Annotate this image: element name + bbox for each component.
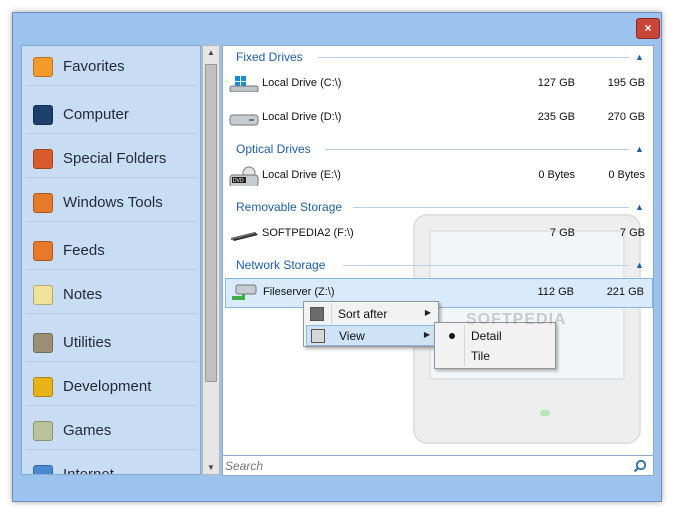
app-window: × Favorites Computer Special Folders Win… xyxy=(12,12,662,502)
drive-total-size: 221 GB xyxy=(606,286,644,298)
submenu-item-label: Detail xyxy=(471,329,502,343)
drive-row[interactable]: Fileserver (Z:\) 112 GB 221 GB xyxy=(225,278,653,308)
collapse-chevron-icon[interactable]: ▲ xyxy=(635,144,644,154)
menu-item-view[interactable]: View ▶ xyxy=(306,325,436,346)
sidebar-item-label: Utilities xyxy=(63,334,112,351)
construction-icon xyxy=(33,377,53,397)
group-title: Network Storage xyxy=(236,258,326,272)
hard-drive-icon xyxy=(229,114,259,126)
menu-item-sort-after[interactable]: Sort after ▶ xyxy=(306,304,436,325)
sidebar-item-special-folders[interactable]: Special Folders xyxy=(25,140,197,178)
drive-total-size: 195 GB xyxy=(607,77,645,89)
drive-name: Local Drive (C:\) xyxy=(262,77,342,89)
rss-icon xyxy=(33,241,53,261)
drive-free-space: 127 GB xyxy=(537,77,575,89)
drive-name: SOFTPEDIA2 (F:\) xyxy=(262,227,354,239)
sidebar-item-feeds[interactable]: Feeds xyxy=(25,232,197,270)
group-title: Removable Storage xyxy=(236,200,343,214)
close-icon: × xyxy=(644,21,652,35)
sidebar-item-games[interactable]: Games xyxy=(25,412,197,450)
sidebar-item-label: Games xyxy=(63,422,112,439)
sidebar-item-windows-tools[interactable]: Windows Tools xyxy=(25,184,197,222)
drive-free-space: 235 GB xyxy=(537,111,575,123)
globe-icon xyxy=(33,465,53,474)
search-bar xyxy=(222,455,654,476)
scrollbar-thumb[interactable] xyxy=(205,64,217,382)
drive-row[interactable]: Local Drive (C:\) 127 GB 195 GB xyxy=(225,70,653,98)
star-icon xyxy=(33,57,53,77)
gamepad-icon xyxy=(33,421,53,441)
sidebar-item-label: Computer xyxy=(63,106,129,123)
search-input[interactable] xyxy=(225,457,625,474)
scroll-down-icon[interactable]: ▼ xyxy=(207,463,215,472)
drive-free-space: 0 Bytes xyxy=(538,169,575,181)
sidebar-item-notes[interactable]: Notes xyxy=(25,276,197,314)
sort-icon xyxy=(310,307,324,321)
radio-bullet-icon xyxy=(449,333,455,339)
sidebar: Favorites Computer Special Folders Windo… xyxy=(21,45,201,475)
windows-logo-icon xyxy=(33,149,53,169)
menu-item-label: View xyxy=(339,329,365,343)
tools-icon xyxy=(33,193,53,213)
sidebar-item-label: Windows Tools xyxy=(63,194,163,211)
drive-name: Local Drive (D:\) xyxy=(262,111,342,123)
drive-name: Fileserver (Z:\) xyxy=(263,286,335,298)
monitor-icon xyxy=(33,105,53,125)
group-title: Fixed Drives xyxy=(236,50,303,64)
sidebar-item-favorites[interactable]: Favorites xyxy=(25,48,197,86)
sidebar-item-internet[interactable]: Internet xyxy=(25,456,197,475)
svg-text:DVD: DVD xyxy=(233,178,244,184)
sidebar-item-label: Feeds xyxy=(63,242,105,259)
drive-total-size: 270 GB xyxy=(607,111,645,123)
drive-row[interactable]: DVD Local Drive (E:\) 0 Bytes 0 Bytes xyxy=(225,162,653,190)
view-submenu: Detail Tile xyxy=(434,322,556,369)
drive-total-size: 0 Bytes xyxy=(608,169,645,181)
submenu-item-tile[interactable]: Tile xyxy=(437,346,553,366)
submenu-arrow-icon: ▶ xyxy=(424,308,431,317)
scroll-up-icon[interactable]: ▲ xyxy=(207,48,215,57)
drive-free-space: 112 GB xyxy=(537,286,575,298)
drive-row[interactable]: SOFTPEDIA2 (F:\) 7 GB 7 GB xyxy=(225,220,653,248)
watermark: SOFTPEDIA xyxy=(466,311,567,328)
system-drive-icon xyxy=(229,76,259,92)
sidebar-item-utilities[interactable]: Utilities xyxy=(25,324,197,362)
submenu-item-label: Tile xyxy=(471,349,490,363)
search-icon[interactable] xyxy=(633,459,647,473)
sidebar-item-computer[interactable]: Computer xyxy=(25,96,197,134)
sidebar-item-development[interactable]: Development xyxy=(25,368,197,406)
group-title: Optical Drives xyxy=(236,142,311,156)
menu-item-label: Sort after xyxy=(338,307,388,321)
close-button[interactable]: × xyxy=(636,18,660,39)
calculator-icon xyxy=(33,333,53,353)
collapse-chevron-icon[interactable]: ▲ xyxy=(635,52,644,62)
notes-icon xyxy=(33,285,53,305)
sidebar-item-label: Development xyxy=(63,378,152,395)
dvd-drive-icon: DVD xyxy=(229,166,259,186)
sidebar-item-label: Notes xyxy=(63,286,103,303)
usb-drive-icon xyxy=(231,232,258,241)
drive-total-size: 7 GB xyxy=(619,227,645,239)
collapse-chevron-icon[interactable]: ▲ xyxy=(635,202,644,212)
sidebar-scrollbar[interactable]: ▲ ▼ xyxy=(202,45,220,475)
sidebar-item-label: Favorites xyxy=(63,58,125,75)
sidebar-item-label: Special Folders xyxy=(63,150,167,167)
context-menu: Sort after ▶ View ▶ xyxy=(303,301,439,347)
view-grid-icon xyxy=(311,329,325,343)
drive-list-panel: Fixed Drives ▲ Local Drive (C:\) 127 GB … xyxy=(222,45,654,456)
drive-name: Local Drive (E:\) xyxy=(262,169,341,181)
collapse-chevron-icon[interactable]: ▲ xyxy=(635,260,644,270)
submenu-arrow-icon: ▶ xyxy=(423,330,430,339)
drive-free-space: 7 GB xyxy=(549,227,575,239)
drive-row[interactable]: Local Drive (D:\) 235 GB 270 GB xyxy=(225,104,653,132)
network-drive-icon xyxy=(232,284,257,300)
submenu-item-detail[interactable]: Detail xyxy=(437,326,553,346)
sidebar-item-label: Internet xyxy=(63,466,114,475)
